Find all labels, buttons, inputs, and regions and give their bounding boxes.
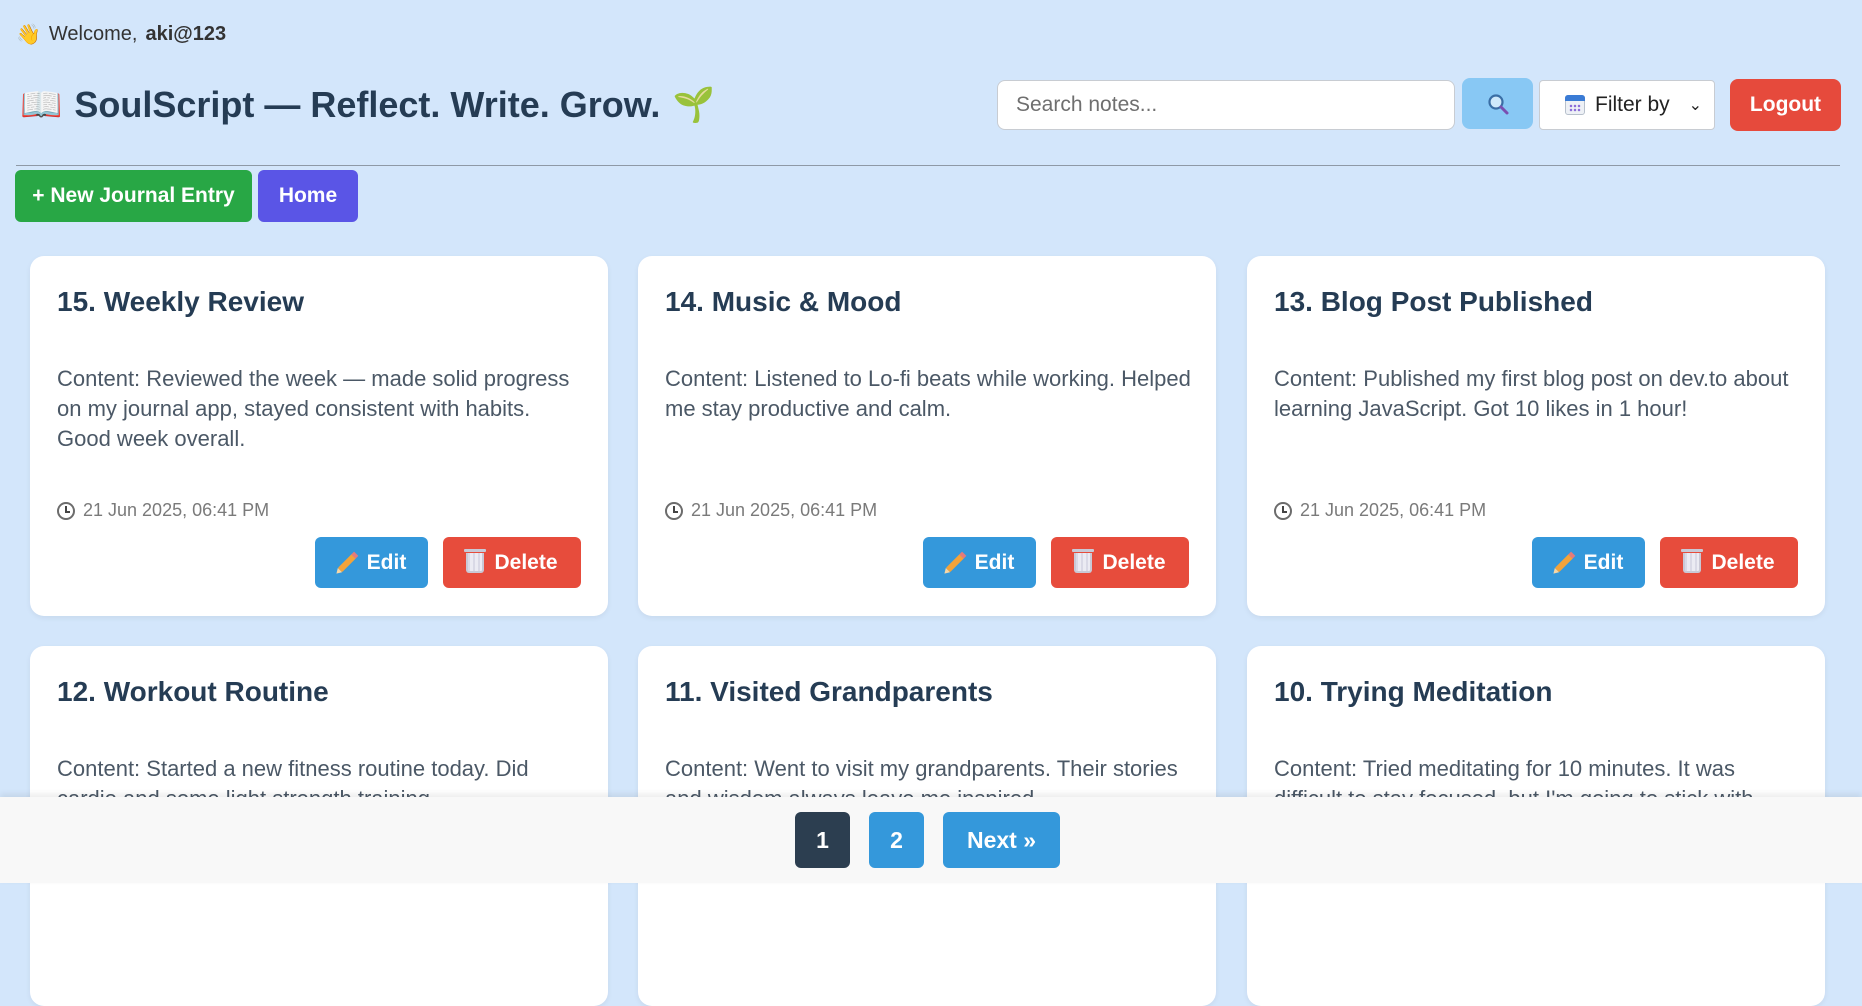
seedling-icon: 🌱 [672, 86, 715, 124]
card-title: 10. Trying Meditation [1274, 676, 1553, 707]
card-date-text: 21 Jun 2025, 06:41 PM [1300, 500, 1487, 520]
card-content: Content: Listened to Lo-fi beats while w… [665, 366, 1191, 421]
pagination-bar: 1 2 Next » [0, 797, 1862, 883]
edit-label: Edit [366, 550, 407, 574]
chevron-down-icon: ⌄ [1688, 97, 1702, 114]
app-title-text: SoulScript — Reflect. Write. Grow. [74, 84, 661, 125]
magnifier-icon [1487, 93, 1508, 114]
edit-label: Edit [1583, 550, 1624, 574]
trash-icon [1072, 548, 1095, 573]
card-title: 14. Music & Mood [665, 286, 902, 317]
card-title: 12. Workout Routine [57, 676, 329, 707]
card-date: 21 Jun 2025, 06:41 PM [1274, 500, 1486, 521]
open-book-icon: 📖 [20, 86, 63, 124]
page-title: 📖 SoulScript — Reflect. Write. Grow. 🌱 [20, 84, 715, 126]
journal-card: 14. Music & Mood Content: Listened to Lo… [638, 256, 1216, 616]
delete-button[interactable]: Delete [1660, 537, 1798, 588]
username: aki@123 [145, 23, 227, 45]
search-button[interactable] [1462, 78, 1533, 129]
edit-button[interactable]: Edit [1532, 537, 1645, 588]
filter-label: Filter by [1595, 93, 1670, 116]
edit-label: Edit [974, 550, 1015, 574]
filter-select[interactable]: Filter by ⌄ [1539, 80, 1715, 130]
card-content: Content: Published my first blog post on… [1274, 366, 1789, 421]
page-2-button[interactable]: 2 [869, 812, 924, 868]
card-content: Content: Reviewed the week — made solid … [57, 366, 570, 451]
trash-icon [464, 548, 487, 573]
pencil-icon [945, 553, 964, 572]
card-title: 15. Weekly Review [57, 286, 304, 317]
logout-button[interactable]: Logout [1730, 79, 1841, 131]
card-date: 21 Jun 2025, 06:41 PM [665, 500, 877, 521]
delete-button[interactable]: Delete [443, 537, 581, 588]
waving-hand-icon: 👋 [16, 24, 41, 46]
home-button[interactable]: Home [258, 170, 358, 222]
trash-icon [1681, 548, 1704, 573]
page-1-button[interactable]: 1 [795, 812, 850, 868]
clock-icon [1274, 501, 1292, 520]
welcome-message: 👋 Welcome, aki@123 [16, 22, 226, 47]
clock-icon [665, 501, 683, 520]
journal-card: 15. Weekly Review Content: Reviewed the … [30, 256, 608, 616]
search-input[interactable] [997, 80, 1455, 130]
pencil-icon [337, 553, 356, 572]
edit-button[interactable]: Edit [923, 537, 1036, 588]
delete-label: Delete [1711, 550, 1775, 574]
card-date-text: 21 Jun 2025, 06:41 PM [83, 500, 270, 520]
delete-button[interactable]: Delete [1051, 537, 1189, 588]
card-date: 21 Jun 2025, 06:41 PM [57, 500, 269, 521]
card-title: 13. Blog Post Published [1274, 286, 1593, 317]
calendar-icon [1565, 95, 1585, 115]
welcome-prefix: Welcome, [48, 23, 138, 45]
edit-button[interactable]: Edit [315, 537, 428, 588]
delete-label: Delete [494, 550, 558, 574]
journal-card: 13. Blog Post Published Content: Publish… [1247, 256, 1825, 616]
pencil-icon [1554, 553, 1573, 572]
header-divider [16, 165, 1840, 166]
clock-icon [57, 501, 75, 520]
delete-label: Delete [1102, 550, 1166, 574]
next-page-button[interactable]: Next » [943, 812, 1060, 868]
card-title: 11. Visited Grandparents [665, 676, 993, 707]
card-date-text: 21 Jun 2025, 06:41 PM [691, 500, 878, 520]
new-journal-entry-button[interactable]: + New Journal Entry [15, 170, 252, 222]
